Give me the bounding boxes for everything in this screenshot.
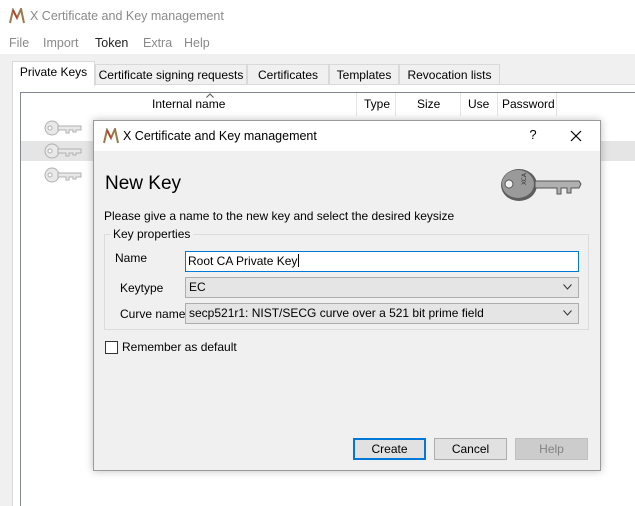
name-label: Name [115, 251, 148, 265]
column-password[interactable]: Password [502, 97, 555, 111]
key-icon [44, 143, 82, 159]
dialog-title-bar[interactable]: X Certificate and Key management ? [94, 121, 600, 151]
tab-bar: Private Keys Certificate signing request… [0, 54, 635, 86]
tab-revocation-lists[interactable]: Revocation lists [399, 64, 500, 86]
tab-templates[interactable]: Templates [329, 64, 399, 86]
menu-import[interactable]: Import [43, 36, 78, 50]
context-help-button[interactable]: ? [523, 127, 543, 142]
xca-app-icon [103, 128, 119, 144]
create-button[interactable]: Create [353, 438, 426, 460]
curve-name-label: Curve name [120, 307, 186, 321]
svg-text:XCA: XCA [521, 172, 528, 185]
tab-private-keys[interactable]: Private Keys [12, 61, 95, 86]
curve-name-select[interactable]: secp521r1: NIST/SECG curve over a 521 bi… [185, 303, 579, 324]
column-separator[interactable] [497, 93, 498, 116]
menu-extra[interactable]: Extra [143, 36, 172, 50]
column-size[interactable]: Size [417, 97, 440, 111]
keytype-value: EC [189, 280, 206, 294]
column-separator[interactable] [356, 93, 357, 116]
text-caret [298, 254, 300, 267]
keytype-select[interactable]: EC [185, 277, 579, 298]
column-separator[interactable] [395, 93, 396, 116]
key-icon: XCA [501, 169, 582, 201]
list-header: Internal name Type Size Use Password [21, 93, 635, 116]
menu-help[interactable]: Help [184, 36, 210, 50]
remember-default-label[interactable]: Remember as default [122, 340, 237, 354]
column-internal-name[interactable]: Internal name [152, 97, 225, 111]
column-type[interactable]: Type [364, 97, 390, 111]
key-name-input[interactable]: Root CA Private Key [185, 251, 579, 272]
dialog-description: Please give a name to the new key and se… [104, 209, 455, 223]
tab-certificate-signing-requests[interactable]: Certificate signing requests [95, 64, 247, 86]
menu-bar: File Import Token Extra Help [0, 32, 635, 54]
curve-name-value: secp521r1: NIST/SECG curve over a 521 bi… [189, 306, 484, 320]
chevron-down-icon [563, 284, 572, 290]
menu-file[interactable]: File [9, 36, 29, 50]
column-separator[interactable] [460, 93, 461, 116]
chevron-down-icon [563, 310, 572, 316]
main-title-bar[interactable]: X Certificate and Key management [0, 0, 635, 32]
dialog-title: X Certificate and Key management [123, 129, 317, 143]
xca-app-icon [9, 8, 25, 24]
tab-certificates[interactable]: Certificates [247, 64, 329, 86]
dialog-heading: New Key [105, 173, 182, 194]
keytype-label: Keytype [120, 281, 164, 295]
cancel-button[interactable]: Cancel [434, 438, 507, 460]
remember-default-checkbox[interactable] [105, 341, 118, 354]
new-key-dialog: X Certificate and Key management ? New K… [93, 120, 601, 471]
key-name-value: Root CA Private Key [188, 254, 298, 268]
close-icon[interactable] [566, 126, 586, 146]
key-icon [44, 120, 82, 136]
main-window-title: X Certificate and Key management [30, 9, 224, 23]
key-properties-title: Key properties [110, 227, 194, 241]
column-separator[interactable] [556, 93, 557, 116]
help-button[interactable]: Help [515, 438, 588, 460]
key-icon [44, 167, 82, 183]
column-use[interactable]: Use [468, 97, 489, 111]
menu-token[interactable]: Token [95, 36, 128, 50]
